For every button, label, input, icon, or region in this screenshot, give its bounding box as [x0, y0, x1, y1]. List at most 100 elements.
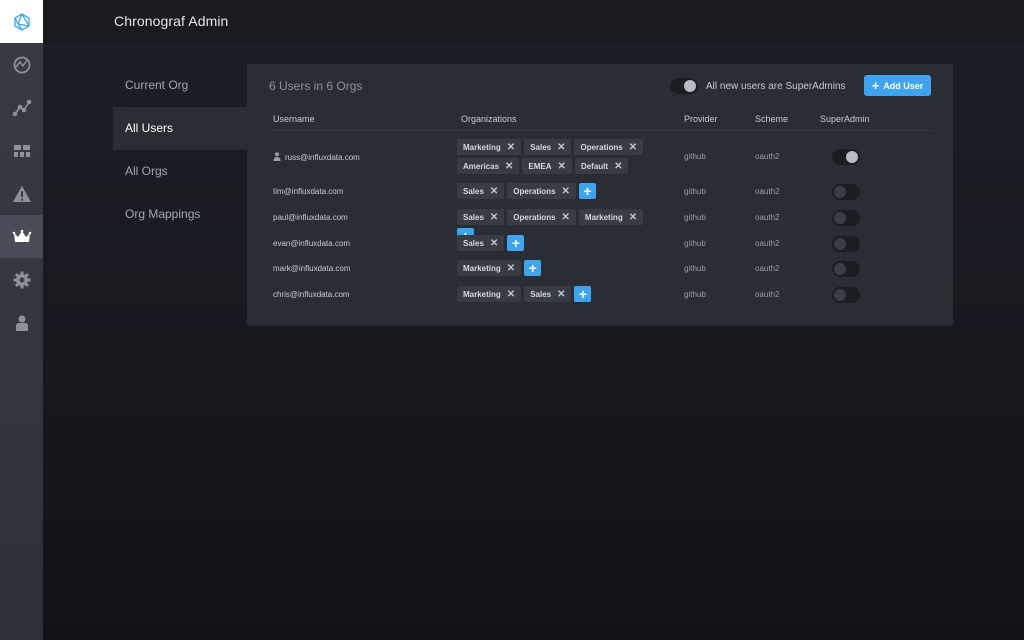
provider-cell: github [684, 290, 706, 299]
remove-org-icon[interactable]: ✕ [490, 212, 498, 223]
new-users-superadmin-setting: All new users are SuperAdmins [670, 78, 846, 94]
remove-org-icon[interactable]: ✕ [562, 212, 570, 223]
org-tag: Marketing ✕ [457, 286, 522, 302]
remove-org-icon[interactable]: ✕ [557, 142, 565, 153]
superadmin-toggle[interactable] [832, 184, 860, 200]
new-users-superadmin-toggle[interactable] [670, 78, 698, 94]
org-tag-label: Operations [580, 142, 623, 152]
superadmin-toggle[interactable] [832, 149, 860, 165]
header-divider [269, 130, 932, 131]
column-header-scheme: Scheme [755, 114, 789, 124]
org-tag-label: Operations [513, 186, 556, 196]
provider-cell: github [684, 264, 706, 273]
admin-crown-icon[interactable] [0, 215, 43, 258]
toggle-knob [834, 186, 846, 198]
toggle-knob [846, 151, 858, 163]
username-cell: mark@influxdata.com [273, 264, 350, 273]
provider-cell: github [684, 239, 706, 248]
add-org-button[interactable]: + [524, 260, 542, 276]
org-tag-label: Sales [463, 186, 484, 196]
subnav-item-all-orgs[interactable]: All Orgs [113, 150, 247, 193]
org-tag-label: Marketing [463, 289, 501, 299]
username-text: evan@influxdata.com [273, 239, 351, 248]
username-text: chris@influxdata.com [273, 290, 350, 299]
org-tag-label: Marketing [463, 142, 501, 152]
dashboards-icon[interactable] [0, 129, 43, 172]
remove-org-icon[interactable]: ✕ [505, 161, 513, 172]
remove-org-icon[interactable]: ✕ [507, 142, 515, 153]
organizations-cell: Marketing ✕ Sales ✕ Operations ✕ Americas ✕ EMEA… [457, 139, 647, 174]
org-tag-label: Marketing [463, 263, 501, 273]
org-tag: Marketing ✕ [457, 260, 522, 276]
provider-cell: github [684, 152, 706, 161]
remove-org-icon[interactable]: ✕ [562, 186, 570, 197]
alerts-icon[interactable] [0, 172, 43, 215]
org-tag: Marketing ✕ [457, 139, 522, 155]
remove-org-icon[interactable]: ✕ [507, 289, 515, 300]
remove-org-icon[interactable]: ✕ [507, 263, 515, 274]
remove-org-icon[interactable]: ✕ [614, 161, 622, 172]
provider-cell: github [684, 187, 706, 196]
scheme-cell: oauth2 [755, 264, 780, 273]
org-tag: Operations ✕ [507, 209, 576, 225]
superadmin-toggle[interactable] [832, 261, 860, 277]
org-tag-label: Americas [463, 161, 500, 171]
org-tag-label: EMEA [528, 161, 552, 171]
remove-org-icon[interactable]: ✕ [490, 186, 498, 197]
org-tag-label: Default [580, 161, 609, 171]
org-tag-label: Sales [530, 289, 552, 299]
remove-org-icon[interactable]: ✕ [490, 238, 498, 249]
toggle-knob [834, 238, 846, 250]
superadmin-toggle[interactable] [832, 287, 860, 303]
remove-org-icon[interactable]: ✕ [557, 289, 565, 300]
organizations-cell: Marketing ✕ + [457, 260, 647, 276]
add-org-button[interactable]: + [574, 286, 592, 302]
add-user-button[interactable]: + Add User [864, 75, 931, 96]
subnav-item-org-mappings[interactable]: Org Mappings [113, 193, 247, 236]
org-tag-label: Marketing [584, 212, 623, 222]
username-text: russ@influxdata.com [285, 153, 360, 162]
username-cell: russ@influxdata.com [273, 152, 360, 163]
username-cell: paul@influxdata.com [273, 213, 348, 222]
username-cell: chris@influxdata.com [273, 290, 350, 299]
scheme-cell: oauth2 [755, 187, 780, 196]
org-tag: EMEA ✕ [522, 158, 572, 174]
organizations-cell: Sales ✕ Operations ✕ + [457, 183, 647, 199]
admin-subnav: Current Org All Users All Orgs Org Mappi… [113, 64, 247, 236]
column-header-organizations: Organizations [461, 114, 517, 124]
subnav-item-current-org[interactable]: Current Org [113, 64, 247, 107]
org-tag: Sales ✕ [457, 183, 505, 199]
superadmin-toggle[interactable] [832, 236, 860, 252]
add-org-button[interactable]: + [578, 183, 596, 199]
superadmin-toggle[interactable] [832, 210, 860, 226]
remove-org-icon[interactable]: ✕ [629, 142, 637, 153]
app-header: Chronograf Admin [43, 0, 1024, 43]
current-user-icon [273, 152, 281, 163]
add-org-button[interactable]: + [507, 235, 525, 251]
user-icon[interactable] [0, 301, 43, 344]
sidebar [0, 0, 43, 640]
logo-icon[interactable] [0, 0, 43, 43]
data-explorer-icon[interactable] [0, 86, 43, 129]
plus-icon: + [871, 78, 880, 93]
subnav-item-all-users[interactable]: All Users [113, 107, 247, 150]
column-header-provider: Provider [684, 114, 718, 124]
page-title: Chronograf Admin [114, 13, 229, 29]
remove-org-icon[interactable]: ✕ [558, 161, 566, 172]
new-users-superadmin-label: All new users are SuperAdmins [706, 80, 846, 92]
remove-org-icon[interactable]: ✕ [629, 212, 637, 223]
scheme-cell: oauth2 [755, 239, 780, 248]
status-icon[interactable] [0, 43, 43, 86]
config-gear-icon[interactable] [0, 258, 43, 301]
org-tag: Marketing ✕ [578, 209, 644, 225]
org-tag: Sales ✕ [457, 209, 505, 225]
add-user-label: Add User [883, 80, 924, 91]
org-tag: Default ✕ [574, 158, 629, 174]
org-tag: Sales ✕ [524, 286, 572, 302]
username-cell: tim@influxdata.com [273, 187, 343, 196]
toggle-knob [834, 263, 846, 275]
org-tag: Operations ✕ [574, 139, 644, 155]
toggle-knob [834, 289, 846, 301]
users-panel: 6 Users in 6 Orgs All new users are Supe… [247, 64, 953, 326]
provider-cell: github [684, 213, 706, 222]
